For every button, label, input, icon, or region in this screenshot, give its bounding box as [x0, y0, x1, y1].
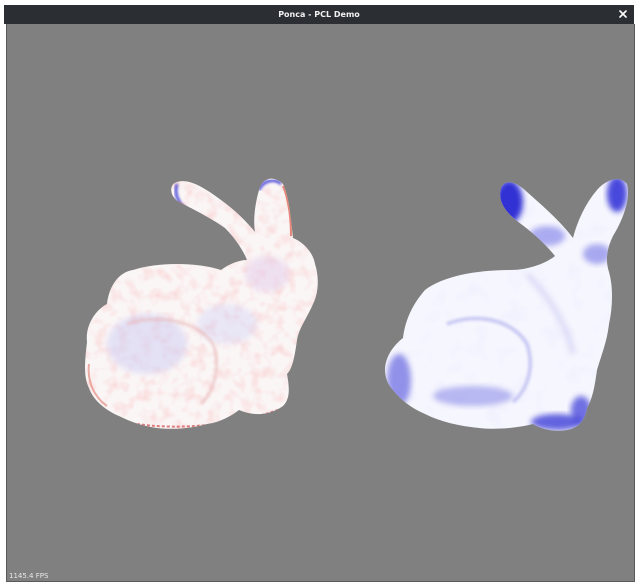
- scene-canvas: [85, 178, 629, 431]
- title-bar[interactable]: Ponca - PCL Demo: [4, 5, 634, 24]
- left-bunny: [85, 178, 318, 429]
- render-viewport[interactable]: 1145.4 FPS: [6, 24, 635, 582]
- right-bunny: [385, 179, 629, 431]
- window-title: Ponca - PCL Demo: [278, 10, 360, 19]
- close-icon: [619, 10, 627, 18]
- close-button[interactable]: [615, 6, 631, 22]
- app-window: Ponca - PCL Demo 1145.4 FPS: [0, 0, 640, 587]
- fps-counter: 1145.4 FPS: [9, 572, 49, 580]
